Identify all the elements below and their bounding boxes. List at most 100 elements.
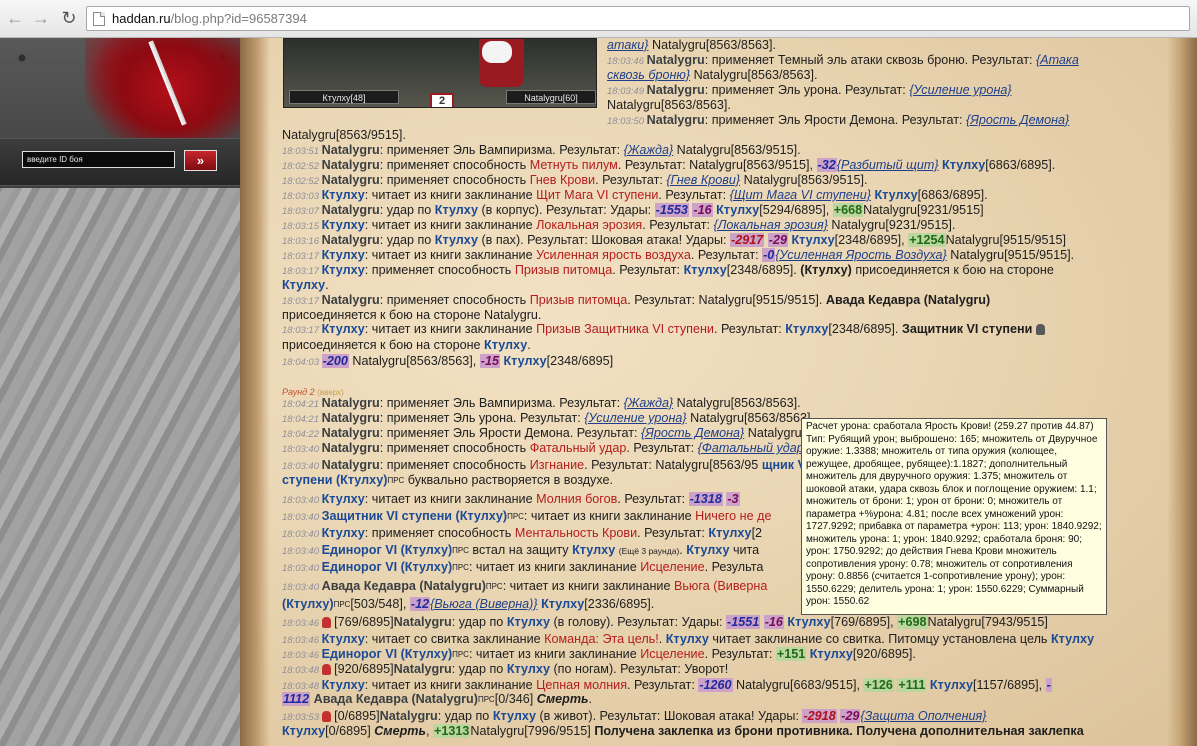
log-line: Ктулху. — [282, 278, 329, 293]
log-text: [503/548], — [350, 597, 410, 611]
player-name[interactable]: Единорог VI (Ктулху) — [322, 647, 453, 661]
player-name[interactable]: Ктулху — [322, 263, 365, 277]
player-name[interactable]: Natalygru — [322, 426, 380, 440]
player-name[interactable]: Ктулху — [684, 263, 727, 277]
effect-link[interactable]: {Жажда} — [624, 396, 674, 410]
fight-id-input[interactable]: введите ID боя — [22, 151, 175, 168]
effect-link[interactable]: {Ярость Демона} — [966, 113, 1069, 127]
log-text: Авада Кедавра (Natalygru) — [825, 293, 991, 307]
player-name[interactable]: Ктулху — [713, 203, 759, 217]
player-name[interactable]: Единорог VI (Ктулху) — [322, 560, 453, 574]
player-name[interactable]: Ктулху — [322, 632, 365, 646]
player-name[interactable]: Ктулху — [806, 647, 853, 661]
player-name[interactable]: Ктулху — [322, 322, 365, 336]
player-name[interactable]: Natalygru — [647, 113, 705, 127]
effect-link[interactable]: атаки} — [607, 38, 649, 52]
effect-link[interactable]: {Ярость Демона} — [641, 426, 744, 440]
player-name[interactable]: Natalygru — [322, 411, 380, 425]
player-name[interactable]: Ктулху — [871, 188, 917, 202]
player-name[interactable]: Авада Кедавра (Natalygru) — [310, 692, 478, 706]
skill-name: Локальная эрозия — [536, 218, 643, 232]
player-name[interactable]: Ктулху — [322, 492, 365, 506]
player-name[interactable]: Ктулху — [282, 278, 325, 292]
effect-link[interactable]: сквозь броню} — [607, 68, 690, 82]
fight-go-button[interactable]: » — [184, 150, 217, 171]
player-name[interactable]: Авада Кедавра (Natalygru) — [322, 579, 486, 593]
player-name[interactable]: (Ктулху) — [282, 597, 334, 611]
player-name[interactable]: Ктулху — [435, 203, 478, 217]
player-name[interactable]: Natalygru — [322, 458, 380, 472]
player-name[interactable]: Ктулху — [926, 678, 973, 692]
log-line: 18:03:17 Ктулху: читает из книги заклина… — [282, 248, 1074, 263]
player-name[interactable]: Ктулху — [493, 709, 536, 723]
effect-link[interactable]: {Вьюга (Виверна)} — [430, 597, 538, 611]
player-name[interactable]: Ктулху — [507, 615, 550, 629]
player-name[interactable]: Ктулху — [322, 218, 365, 232]
player-name[interactable]: Ктулху — [686, 543, 729, 557]
player-name[interactable]: Ктулху — [538, 597, 584, 611]
player-name[interactable]: Natalygru — [322, 233, 380, 247]
player-name[interactable]: Natalygru — [322, 158, 380, 172]
player-name[interactable]: Ктулху — [500, 354, 546, 368]
effect-link[interactable]: {Защита Ополчения} — [860, 709, 986, 723]
log-text: : удар по — [379, 203, 435, 217]
player-name[interactable]: Natalygru — [322, 441, 380, 455]
player-name[interactable]: Ктулху — [282, 724, 325, 738]
player-name[interactable]: Ктулху — [322, 526, 365, 540]
forward-arrow-icon[interactable]: → — [30, 7, 52, 29]
player-name[interactable]: Ктулху — [939, 158, 985, 172]
player-name[interactable]: Natalygru — [380, 709, 438, 723]
reload-icon[interactable]: ↻ — [58, 7, 80, 29]
log-timestamp: 18:03:03 — [282, 191, 322, 202]
player-name[interactable]: Natalygru — [647, 53, 705, 67]
log-text: Natalygru[8563/8563]. — [607, 98, 731, 112]
effect-link[interactable]: {Атака — [1036, 53, 1079, 67]
effect-link[interactable]: {Усиление урона} — [584, 411, 686, 425]
log-text: ПРС — [477, 695, 495, 704]
player-name[interactable]: Ктулху — [1051, 632, 1094, 646]
player-name[interactable]: Natalygru — [322, 203, 380, 217]
player-name[interactable]: Ктулху — [484, 338, 527, 352]
effect-link[interactable]: {Щит Мага VI ступени} — [730, 188, 871, 202]
player-name[interactable]: Ктулху — [666, 632, 709, 646]
player-name[interactable]: Ктулху — [708, 526, 751, 540]
damage-value: -32 — [816, 158, 837, 172]
effect-link[interactable]: {Жажда} — [624, 143, 674, 157]
player-name[interactable]: ступени (Ктулху) — [282, 473, 388, 487]
player-name[interactable]: Ктулху — [322, 248, 365, 262]
player-name[interactable]: Ктулху — [785, 322, 828, 336]
log-timestamp: 18:03:40 — [282, 444, 322, 455]
log-timestamp: 18:03:49 — [607, 86, 647, 97]
player-name[interactable]: Natalygru — [322, 396, 380, 410]
effect-link[interactable]: {Локальная эрозия} — [714, 218, 828, 232]
player-name[interactable]: Ктулху — [507, 662, 550, 676]
effect-link[interactable]: {Усиление урона} — [909, 83, 1011, 97]
log-text: . — [325, 278, 329, 292]
player-name[interactable]: Ктулху — [322, 678, 365, 692]
player-name[interactable]: Ктулху — [788, 233, 834, 247]
log-text: (в живот). Результат: Шоковая атака! Уда… — [535, 709, 803, 723]
player-name[interactable]: Natalygru — [322, 293, 380, 307]
effect-link[interactable]: {Усиленная Ярость Воздуха} — [775, 248, 946, 262]
player-name[interactable]: Ктулху — [435, 233, 478, 247]
back-arrow-icon[interactable]: ← — [4, 7, 26, 29]
log-text: Natalygru[8563/8563]. — [690, 68, 818, 82]
player-name[interactable]: Natalygru — [322, 143, 380, 157]
player-name[interactable]: Natalygru — [394, 615, 452, 629]
player-name[interactable]: Natalygru — [394, 662, 452, 676]
player-name[interactable]: Единорог VI (Ктулху) — [322, 543, 453, 557]
player-name[interactable]: Ктулху — [322, 188, 365, 202]
player-name[interactable]: Ктулху — [784, 615, 830, 629]
log-text: . Результат: — [642, 218, 714, 232]
log-line: 18:03:17 Ктулху: читает из книги заклина… — [282, 322, 1045, 337]
player-name[interactable]: Защитник VI ступени (Ктулху) — [322, 509, 507, 523]
player-name[interactable]: Ктулху — [572, 543, 615, 557]
effect-link[interactable]: {Разбитый щит} — [837, 158, 939, 172]
player-name[interactable]: Natalygru — [322, 173, 380, 187]
address-bar[interactable]: haddan.ru/blog.php?id=96587394 — [86, 6, 1190, 31]
log-text: ПРС — [507, 512, 524, 521]
effect-link[interactable]: {Фатальный удар} — [698, 441, 808, 455]
player-name[interactable]: Natalygru — [647, 83, 705, 97]
effect-link[interactable]: {Гнев Крови} — [666, 173, 740, 187]
log-text: : применяет Темный эль атаки сквозь брон… — [704, 53, 1036, 67]
